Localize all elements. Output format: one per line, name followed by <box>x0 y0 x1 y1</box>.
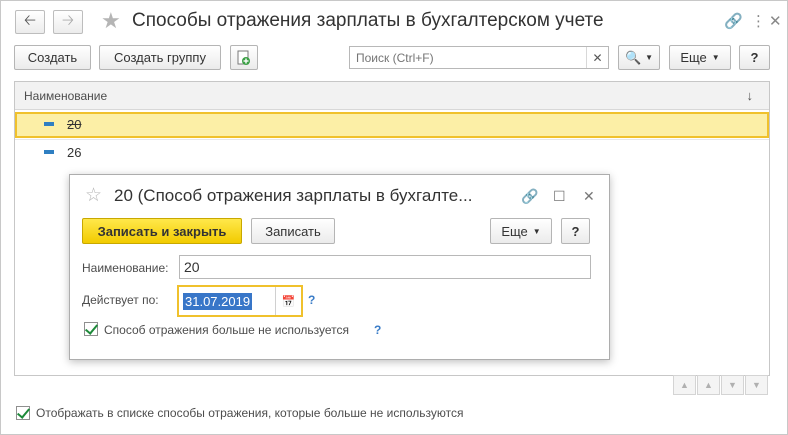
chevron-down-icon: ▼ <box>711 53 720 62</box>
more-button-label: Еще <box>680 50 707 65</box>
search-box: ✕ <box>349 46 609 69</box>
link-icon[interactable]: 🔗 <box>521 188 538 205</box>
search-input[interactable] <box>350 47 578 68</box>
name-field[interactable]: 20 <box>179 255 591 279</box>
element-marker-icon <box>44 150 54 154</box>
chevron-down-icon: ▼ <box>645 53 654 62</box>
more-button-label: Еще <box>501 223 528 239</box>
valid-from-date-field[interactable]: 31.07.2019 📅 <box>177 285 303 317</box>
favorite-star-icon[interactable]: ☆ <box>85 184 102 207</box>
save-and-close-button[interactable]: Записать и закрыть <box>82 218 242 244</box>
copy-button[interactable] <box>230 45 258 70</box>
close-icon[interactable]: ✕ <box>583 188 595 205</box>
deprecated-checkbox[interactable] <box>84 322 98 336</box>
deprecated-checkbox-label[interactable]: Способ отражения больше не используется <box>104 323 349 337</box>
maximize-icon[interactable]: ☐ <box>553 188 566 205</box>
row-name: 20 <box>67 117 82 132</box>
search-clear-button[interactable]: ✕ <box>586 47 608 68</box>
date-value[interactable]: 31.07.2019 <box>183 293 253 310</box>
copy-add-icon <box>237 50 250 65</box>
date-help-icon[interactable]: ? <box>308 293 315 307</box>
calendar-icon: 📅 <box>281 295 296 308</box>
scroll-up-button[interactable]: ▲ <box>697 375 720 395</box>
back-button[interactable]: 🡠 <box>15 10 45 34</box>
more-vertical-icon[interactable]: ⋮ <box>751 12 766 30</box>
dialog-help-button[interactable]: ? <box>561 218 590 244</box>
table-row[interactable]: 26 <box>15 139 769 165</box>
create-group-button[interactable]: Создать группу <box>99 45 221 70</box>
help-button[interactable]: ? <box>739 45 770 70</box>
forward-button[interactable]: 🡢 <box>53 10 83 34</box>
link-icon[interactable]: 🔗 <box>724 12 743 30</box>
save-button[interactable]: Записать <box>251 218 335 244</box>
dialog-more-button[interactable]: Еще ▼ <box>490 218 552 244</box>
dialog-title: 20 (Способ отражения зарплаты в бухгалте… <box>114 186 473 205</box>
create-button[interactable]: Создать <box>14 45 91 70</box>
column-header-name[interactable]: Наименование <box>24 89 107 103</box>
valid-from-label: Действует по: <box>82 293 159 307</box>
scroll-bottom-button[interactable]: ▼ <box>745 375 768 395</box>
list-header: Наименование ↓ <box>15 82 769 110</box>
favorite-star-icon[interactable]: ★ <box>101 8 121 34</box>
scroll-down-button[interactable]: ▼ <box>721 375 744 395</box>
arrow-right-icon: 🡢 <box>61 11 75 29</box>
double-up-icon: ▲ <box>680 380 689 390</box>
arrow-left-icon: 🡠 <box>23 11 37 29</box>
deprecated-help-icon[interactable]: ? <box>374 323 381 337</box>
title-bar: 🡠 🡢 ★ Способы отражения зарплаты в бухга… <box>1 1 787 43</box>
calendar-button[interactable]: 📅 <box>275 287 301 315</box>
search-icon: 🔍 <box>624 49 642 65</box>
search-options-button[interactable]: 🔍 ▼ <box>618 45 660 70</box>
sort-down-icon[interactable]: ↓ <box>747 88 754 103</box>
element-marker-icon <box>44 122 54 126</box>
table-row[interactable]: 20 <box>15 112 769 138</box>
scroll-top-button[interactable]: ▲ <box>673 375 696 395</box>
show-deprecated-label[interactable]: Отображать в списке способы отражения, к… <box>36 406 463 420</box>
double-down-icon: ▼ <box>752 380 761 390</box>
close-icon[interactable]: ✕ <box>769 12 782 30</box>
row-name: 26 <box>67 145 82 160</box>
up-icon: ▲ <box>704 380 713 390</box>
show-deprecated-checkbox[interactable] <box>16 406 30 420</box>
main-window: 🡠 🡢 ★ Способы отражения зарплаты в бухга… <box>0 0 788 435</box>
chevron-down-icon: ▼ <box>532 226 541 236</box>
more-button[interactable]: Еще ▼ <box>669 45 731 70</box>
down-icon: ▼ <box>728 380 737 390</box>
clear-x-icon: ✕ <box>592 50 603 65</box>
page-title: Способы отражения зарплаты в бухгалтерск… <box>132 10 604 31</box>
edit-dialog: ☆ 20 (Способ отражения зарплаты в бухгал… <box>69 174 610 360</box>
name-label: Наименование: <box>82 261 169 275</box>
